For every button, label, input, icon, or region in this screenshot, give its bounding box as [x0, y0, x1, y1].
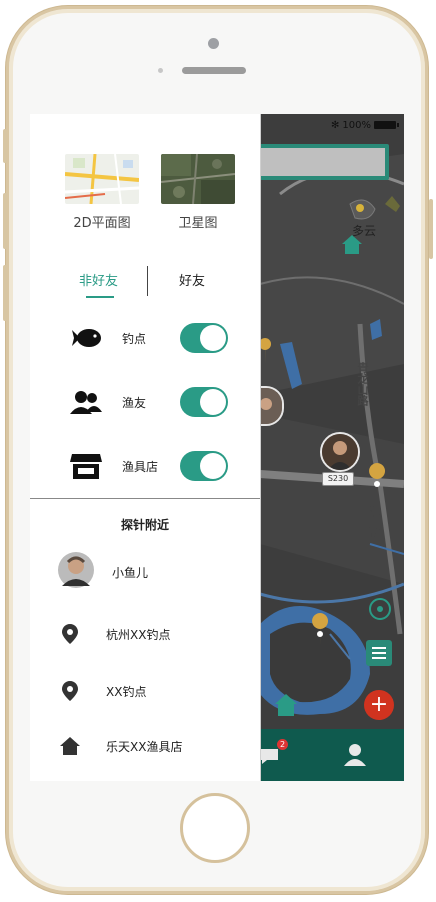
road-label: 独月路	[368, 506, 381, 539]
nearby-label: XX钓点	[106, 685, 147, 699]
nearby-title: 探针附近	[120, 518, 169, 532]
location-pin-icon	[62, 681, 78, 701]
tab-non-friends[interactable]: 非好友	[79, 270, 118, 289]
location-pin-icon	[62, 624, 78, 644]
proximity-sensor	[158, 68, 163, 73]
tab-active-indicator	[86, 296, 114, 298]
nearby-label: 杭州XX钓点	[106, 628, 171, 642]
layer-label: 渔友	[122, 396, 147, 410]
shop-icon	[70, 454, 102, 479]
friend-filter-tabs: 非好友 好友	[30, 266, 260, 300]
map-type-satellite[interactable]: 卫星图	[161, 154, 235, 231]
add-button[interactable]: +	[364, 690, 394, 720]
satellite-map-thumbnail	[161, 154, 235, 204]
fishing-spots-toggle[interactable]	[180, 323, 228, 353]
profile-icon[interactable]	[342, 741, 368, 767]
list-button[interactable]	[366, 640, 392, 666]
road-label: 青龙山路	[356, 362, 369, 406]
toggle-knob	[200, 389, 226, 415]
volume-up-button	[3, 193, 7, 249]
tackle-shops-toggle[interactable]	[180, 451, 228, 481]
nearby-item-spot[interactable]: XX钓点	[30, 673, 260, 709]
section-divider	[30, 498, 260, 499]
home-icon	[60, 737, 80, 755]
nearby-label: 乐天XX渔具店	[106, 740, 183, 754]
nearby-item-spot[interactable]: 杭州XX钓点	[30, 616, 260, 652]
layer-label: 渔具店	[122, 460, 159, 474]
bluetooth-icon: ✻	[331, 119, 340, 131]
friends-icon	[70, 391, 102, 414]
fish-icon	[72, 329, 101, 347]
earpiece-speaker	[182, 67, 246, 74]
nearby-label: 小鱼儿	[112, 566, 149, 580]
volume-down-button	[3, 265, 7, 321]
nearby-item-user[interactable]: 小鱼儿	[30, 552, 260, 590]
status-bar: ✻ 100%	[331, 118, 399, 132]
map-type-2d[interactable]: 2D平面图	[65, 154, 139, 231]
road-tag: S230	[322, 472, 354, 486]
layer-row-fishing-spots: 钓点	[30, 320, 260, 356]
layer-row-tackle-shops: 渔具店	[30, 448, 260, 484]
toggle-knob	[200, 325, 226, 351]
app-screen: ✻ 100% 多云 青龙山路 独月路 S230 + 2 2D平面图 卫星图 非好…	[30, 114, 404, 781]
layer-row-fishing-friends: 渔友	[30, 384, 260, 420]
layer-label: 钓点	[122, 332, 147, 346]
tab-friends[interactable]: 好友	[179, 270, 205, 289]
toggle-knob	[200, 453, 226, 479]
avatar	[58, 552, 94, 588]
mute-switch	[3, 129, 7, 163]
power-button	[429, 199, 433, 259]
home-button[interactable]	[180, 793, 250, 863]
2d-map-thumbnail	[65, 154, 139, 204]
battery-icon	[374, 121, 399, 129]
message-badge: 2	[277, 739, 288, 750]
tab-divider	[147, 266, 148, 296]
map-type-label: 2D平面图	[73, 216, 131, 231]
layer-drawer: 2D平面图 卫星图 非好友 好友 钓点 渔友 渔具店 探针附近 小鱼儿 杭州XX…	[30, 114, 261, 781]
battery-percent: 100%	[342, 119, 371, 131]
map-user-avatar[interactable]	[320, 432, 360, 472]
nearby-item-shop[interactable]: 乐天XX渔具店	[30, 728, 260, 764]
front-camera	[208, 38, 219, 49]
weather-label: 多云	[352, 224, 377, 238]
map-search-bar[interactable]	[246, 144, 389, 180]
fishing-friends-toggle[interactable]	[180, 387, 228, 417]
map-type-label: 卫星图	[178, 216, 218, 231]
message-icon[interactable]	[258, 745, 280, 767]
